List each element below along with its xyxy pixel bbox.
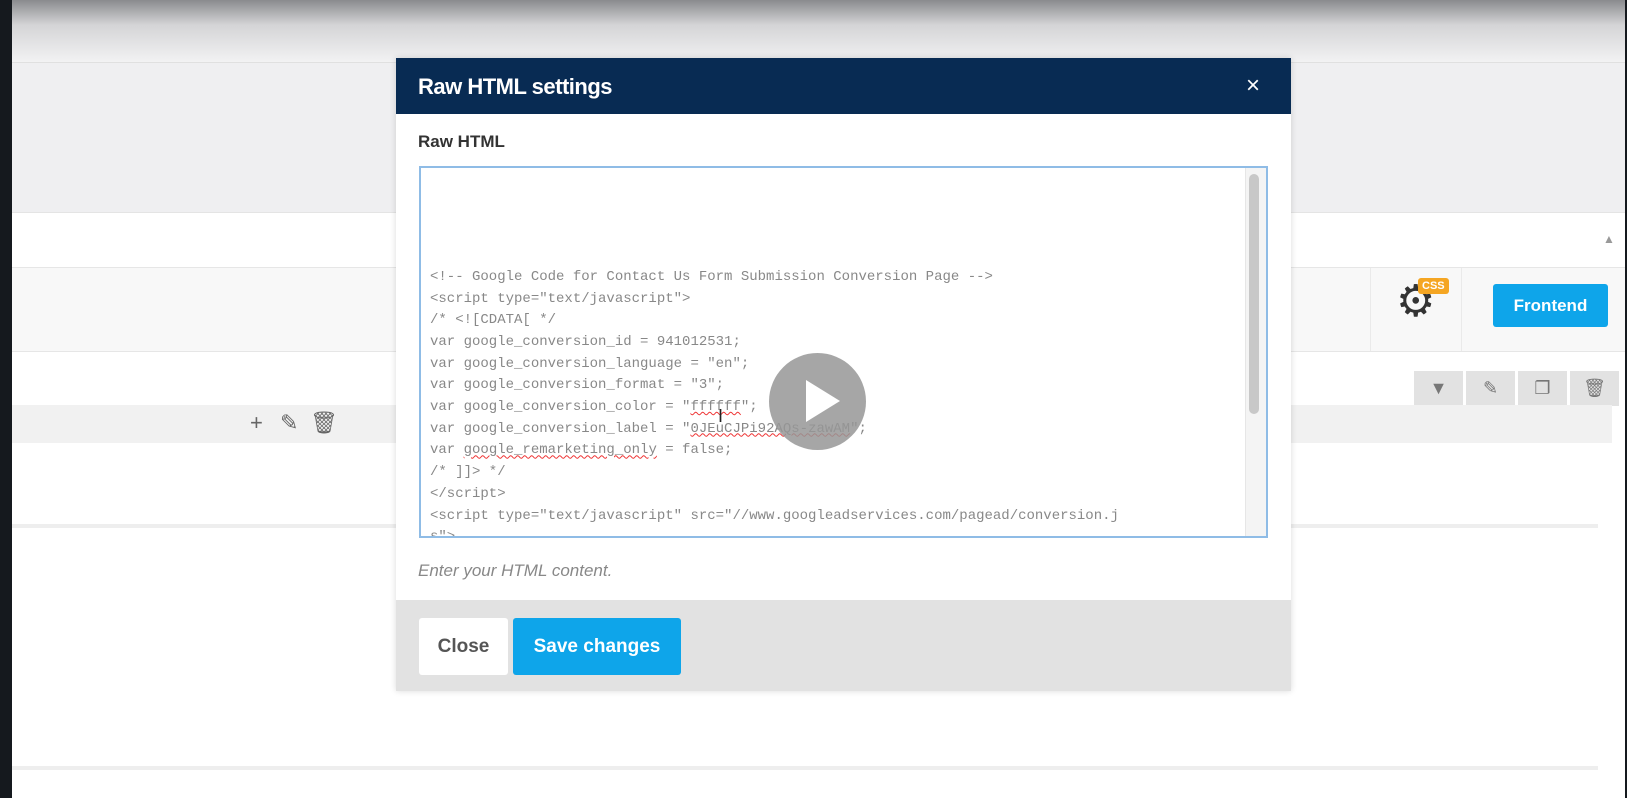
- help-text: Enter your HTML content.: [418, 561, 613, 580]
- collapse-icon[interactable]: ▲: [1603, 232, 1615, 246]
- code-line: s">: [430, 529, 456, 538]
- close-icon[interactable]: ×: [1246, 72, 1260, 100]
- plus-icon[interactable]: +: [250, 410, 263, 436]
- top-bar: [12, 0, 1625, 62]
- code-line: var google_conversion_id = 941012531;: [430, 333, 741, 350]
- code-line: /* ]]> */: [430, 464, 506, 481]
- pencil-icon[interactable]: ✎: [1466, 371, 1515, 406]
- code-line: /* <![CDATA[ */: [430, 312, 557, 329]
- close-button[interactable]: Close: [419, 618, 508, 675]
- code-line: <script type="text/javascript" src="//ww…: [430, 507, 1119, 524]
- code-line: <script type="text/javascript">: [430, 290, 691, 307]
- scrollbar-thumb[interactable]: [1249, 174, 1259, 414]
- frontend-button[interactable]: Frontend: [1493, 284, 1608, 327]
- trash-icon[interactable]: 🗑: [310, 410, 338, 436]
- copy-icon[interactable]: ❐: [1518, 371, 1567, 406]
- dialog-header: Raw HTML settings ×: [396, 58, 1291, 114]
- raw-html-textarea[interactable]: <!-- Google Code for Contact Us Form Sub…: [419, 166, 1268, 538]
- dropdown-icon[interactable]: ▼: [1414, 371, 1463, 406]
- dialog-title: Raw HTML settings: [418, 74, 613, 99]
- pencil-icon[interactable]: ✎: [280, 410, 298, 436]
- dialog-footer: Close Save changes: [396, 600, 1291, 691]
- css-badge: CSS: [1418, 278, 1449, 294]
- spellcheck-word: google_remarketing_only: [463, 442, 657, 459]
- text-cursor-icon: I: [718, 406, 724, 426]
- save-changes-button[interactable]: Save changes: [513, 618, 681, 675]
- spellcheck-word: ffffff: [690, 399, 741, 416]
- play-icon[interactable]: [769, 353, 866, 450]
- code-line: <!-- Google Code for Contact Us Form Sub…: [430, 268, 993, 285]
- code-line: </script>: [430, 485, 506, 502]
- field-label: Raw HTML: [418, 132, 505, 151]
- left-edge: [0, 0, 12, 798]
- trash-icon[interactable]: 🗑: [1570, 371, 1619, 406]
